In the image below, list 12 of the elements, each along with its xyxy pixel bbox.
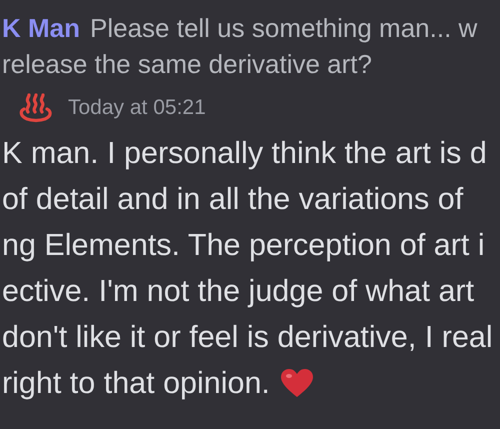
hot-springs-icon [18,92,52,124]
reply-text: Please tell us something man... w [90,12,478,45]
message-text: K man. I personally think the art is d [2,135,487,172]
message-text: ng Elements. The perception of art i [2,227,485,264]
message-text: don't like it or feel is derivative, I real [2,319,493,356]
message-text: of detail and in all the variations of [2,181,464,218]
heart-icon [280,368,314,398]
reply-text: release the same derivative art? [2,48,372,81]
timestamp: Today at 05:21 [68,95,206,122]
message-text: right to that opinion. [2,365,270,402]
message-text: ective. I'm not the judge of what art [2,273,474,310]
reply-author[interactable]: K Man [2,10,80,46]
